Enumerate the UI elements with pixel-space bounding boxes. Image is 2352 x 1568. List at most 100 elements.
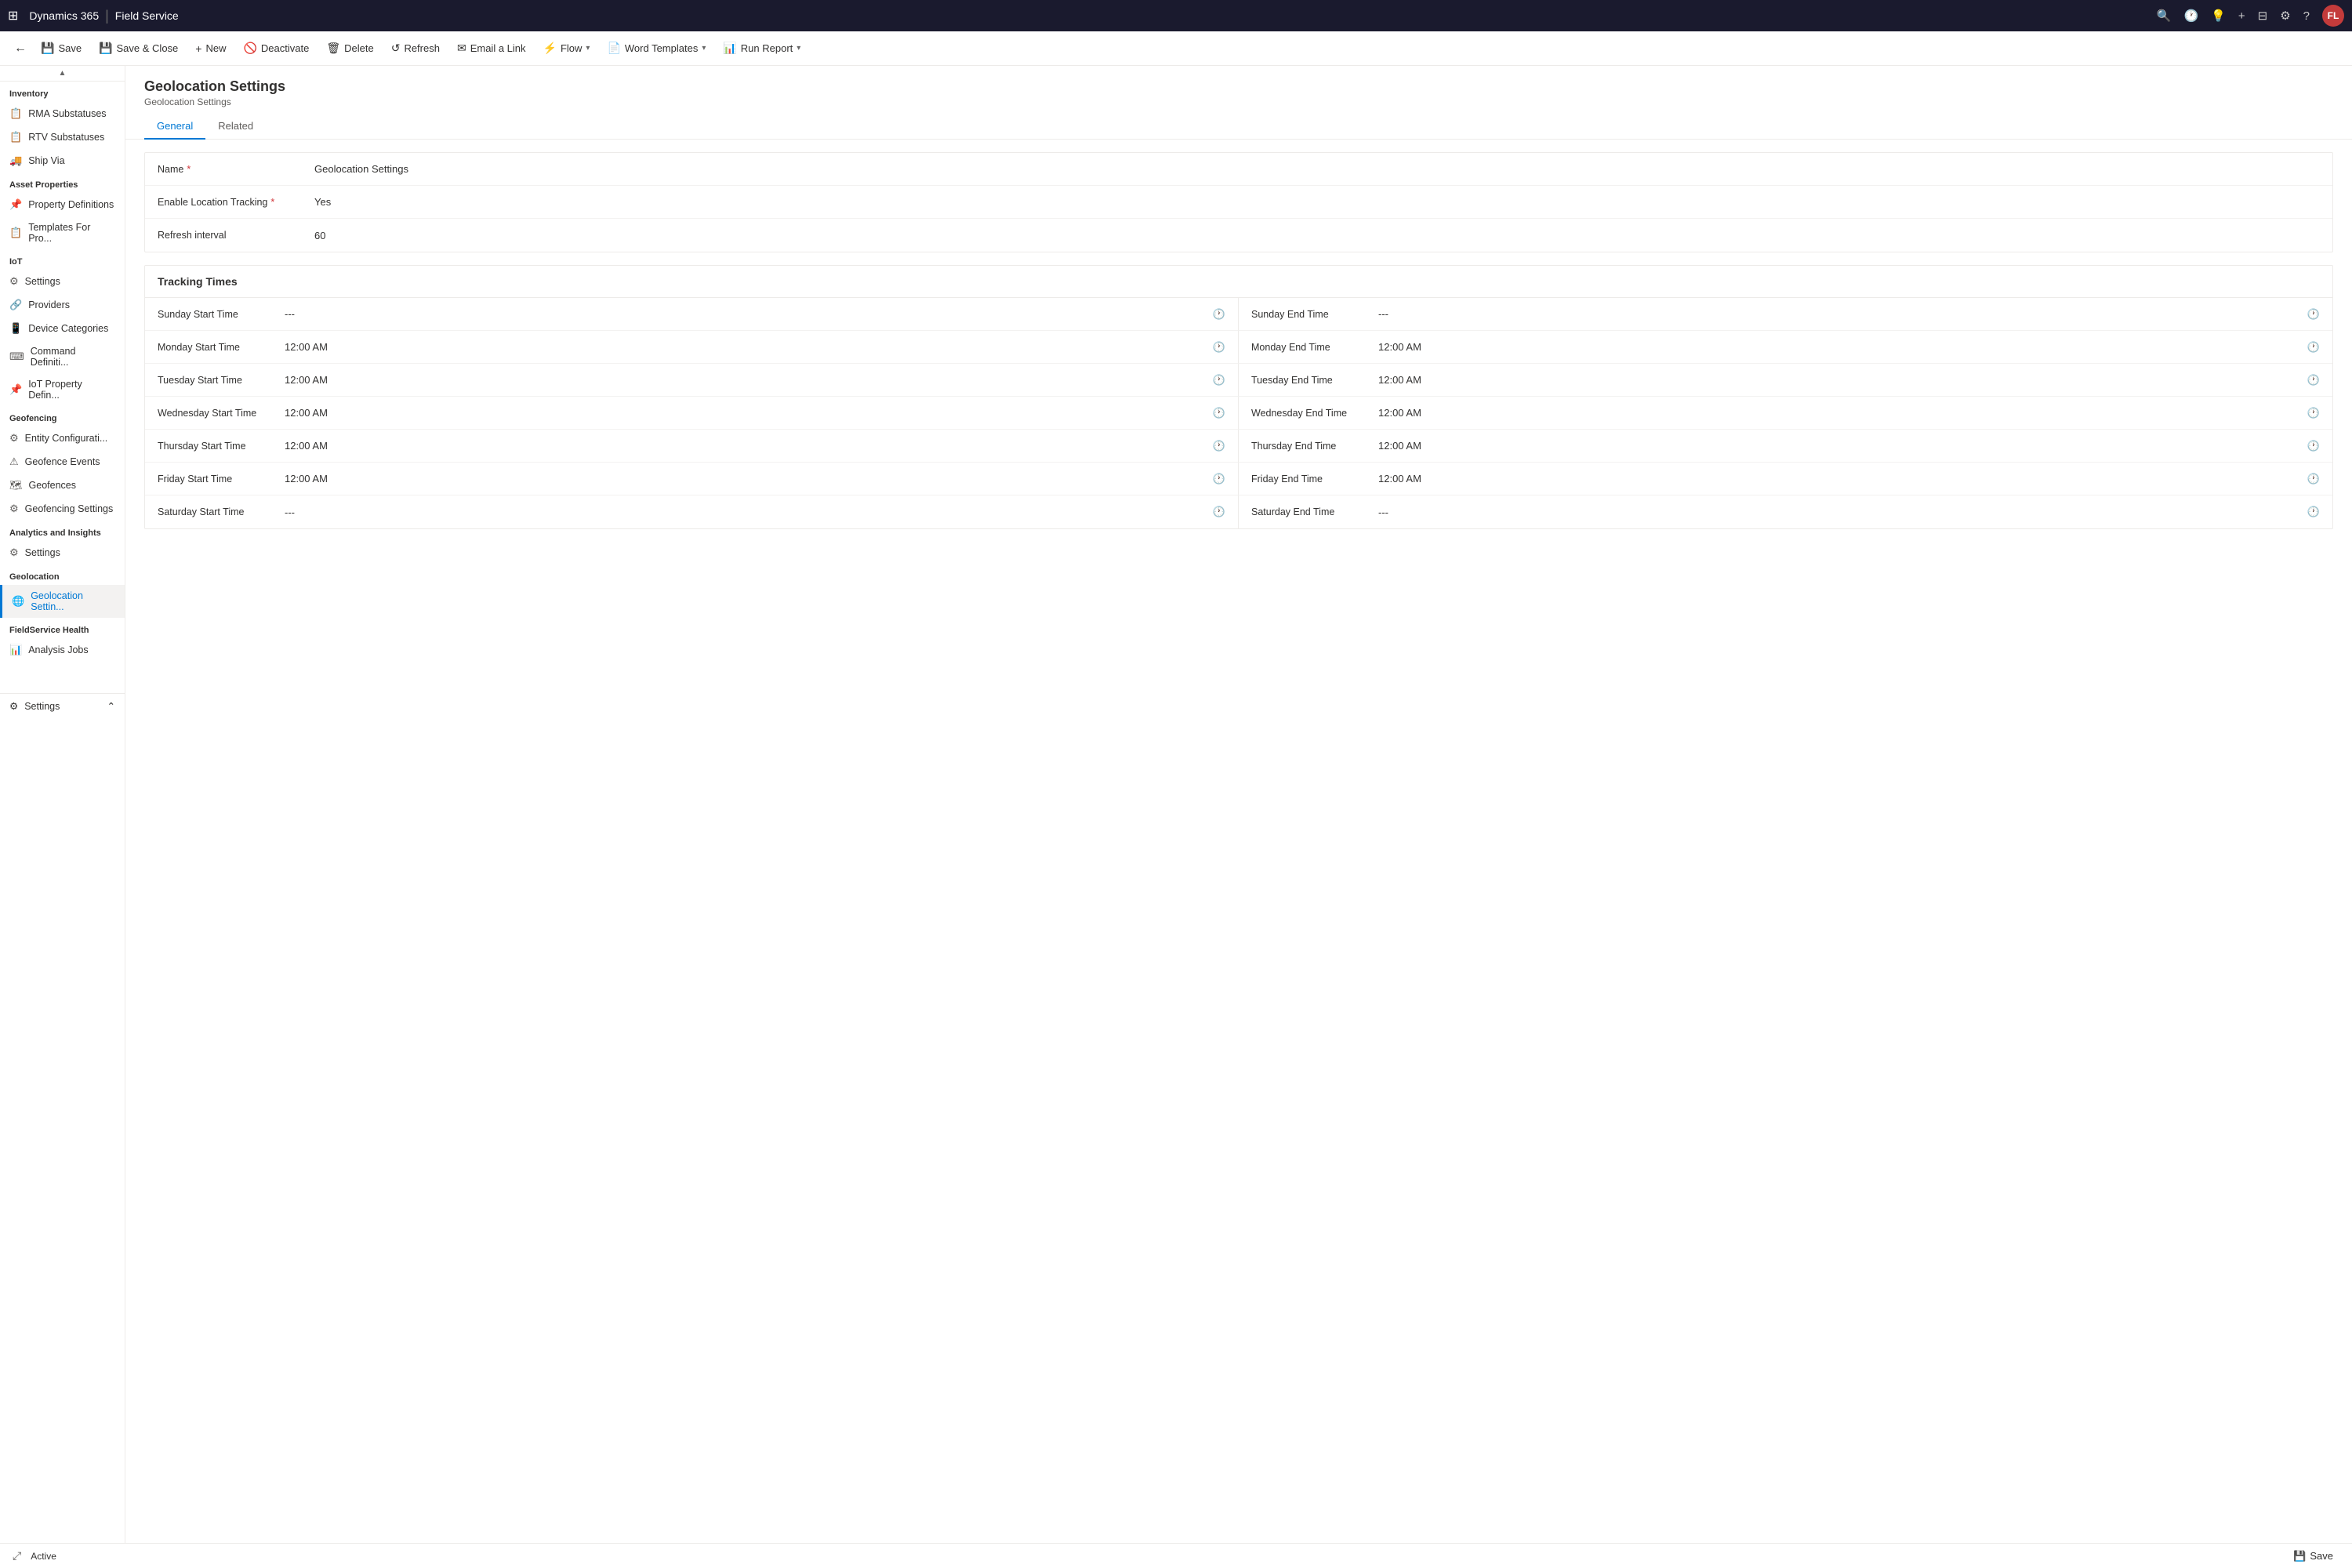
start-clock-5[interactable]: 🕐 [1213, 473, 1225, 485]
geofencing-settings-icon: ⚙ [9, 503, 19, 515]
sidebar-item-providers[interactable]: 🔗 Providers [0, 293, 125, 317]
expand-icon[interactable]: ⤢ [13, 1549, 21, 1563]
start-value-2[interactable]: 12:00 AM [285, 374, 1203, 386]
sidebar-item-iot-property-defin[interactable]: 📌 IoT Property Defin... [0, 373, 125, 406]
save-close-button[interactable]: 💾 Save & Close [91, 37, 186, 60]
word-templates-button[interactable]: 📄 Word Templates ▾ [599, 37, 713, 60]
end-value-0[interactable]: --- [1378, 308, 2298, 320]
sidebar-item-entity-configurati[interactable]: ⚙ Entity Configurati... [0, 426, 125, 450]
start-clock-1[interactable]: 🕐 [1213, 341, 1225, 354]
save-button[interactable]: 💾 Save [33, 37, 89, 60]
iot-prop-icon: 📌 [9, 383, 22, 396]
end-clock-5[interactable]: 🕐 [2307, 473, 2320, 485]
lightbulb-icon[interactable]: 💡 [2211, 9, 2226, 23]
settings-nav-label: Settings [24, 701, 60, 712]
sidebar-item-property-definitions[interactable]: 📌 Property Definitions [0, 193, 125, 216]
status-save-button[interactable]: 💾 Save [2287, 1547, 2339, 1566]
end-clock-0[interactable]: 🕐 [2307, 308, 2320, 321]
end-value-5[interactable]: 12:00 AM [1378, 473, 2298, 485]
start-clock-0[interactable]: 🕐 [1213, 308, 1225, 321]
end-value-6[interactable]: --- [1378, 506, 2298, 518]
sidebar-item-iot-settings[interactable]: ⚙ Settings [0, 270, 125, 293]
deactivate-button[interactable]: 🚫 Deactivate [235, 37, 317, 60]
refresh-button[interactable]: ↺ Refresh [383, 37, 448, 60]
form-value-enable-location[interactable]: Yes [314, 196, 2320, 208]
end-label-1: Monday End Time [1251, 342, 1369, 353]
start-label-3: Wednesday Start Time [158, 408, 275, 419]
email-icon: ✉ [457, 42, 466, 55]
sidebar-item-rtv-substatuses[interactable]: 📋 RTV Substatuses [0, 125, 125, 149]
flow-button[interactable]: ⚡ Flow ▾ [535, 37, 598, 60]
tab-general[interactable]: General [144, 114, 205, 140]
start-clock-2[interactable]: 🕐 [1213, 374, 1225, 387]
filter-icon[interactable]: ⊟ [2258, 9, 2268, 23]
delete-button[interactable]: 🗑 Delete [318, 37, 381, 60]
start-value-5[interactable]: 12:00 AM [285, 473, 1203, 485]
settings-icon[interactable]: ⚙ [2280, 9, 2290, 23]
form-value-name[interactable]: Geolocation Settings [314, 163, 2320, 175]
start-value-6[interactable]: --- [285, 506, 1203, 518]
tracking-times-section: Tracking Times Sunday Start Time --- 🕐 M… [144, 265, 2333, 529]
status-save-label: Save [2310, 1550, 2333, 1562]
sidebar: ▲ Inventory 📋 RMA Substatuses 📋 RTV Subs… [0, 66, 125, 1543]
end-value-3[interactable]: 12:00 AM [1378, 407, 2298, 419]
start-value-3[interactable]: 12:00 AM [285, 407, 1203, 419]
sidebar-item-analysis-jobs[interactable]: 📊 Analysis Jobs [0, 638, 125, 662]
geolocation-icon: 🌐 [12, 595, 24, 608]
start-clock-6[interactable]: 🕐 [1213, 506, 1225, 518]
end-clock-2[interactable]: 🕐 [2307, 374, 2320, 387]
user-avatar[interactable]: FL [2322, 5, 2344, 27]
page-subtitle: Geolocation Settings [144, 96, 2333, 107]
settings-nav-item[interactable]: ⚙ Settings ⌃ [0, 694, 125, 718]
end-clock-1[interactable]: 🕐 [2307, 341, 2320, 354]
sidebar-item-geofences[interactable]: 🗺 Geofences [0, 474, 125, 497]
sidebar-item-device-categories[interactable]: 📱 Device Categories [0, 317, 125, 340]
end-label-5: Friday End Time [1251, 474, 1369, 485]
back-button[interactable]: ← [9, 37, 31, 60]
grid-icon[interactable]: ⊞ [8, 8, 18, 24]
help-icon[interactable]: ? [2303, 9, 2310, 23]
sidebar-item-ship-via[interactable]: 🚚 Ship Via [0, 149, 125, 172]
clock-icon[interactable]: 🕐 [2183, 9, 2198, 23]
start-clock-3[interactable]: 🕐 [1213, 407, 1225, 419]
add-icon[interactable]: + [2238, 9, 2245, 23]
tab-related[interactable]: Related [205, 114, 266, 140]
end-label-2: Tuesday End Time [1251, 375, 1369, 386]
end-value-1[interactable]: 12:00 AM [1378, 341, 2298, 353]
flow-dropdown-arrow: ▾ [586, 44, 590, 53]
geofences-label: Geofences [29, 480, 76, 491]
topbar: ⊞ Dynamics 365 | Field Service 🔍 🕐 💡 + ⊟… [0, 0, 2352, 31]
sidebar-item-analytics-settings[interactable]: ⚙ Settings [0, 541, 125, 564]
brand-name[interactable]: Dynamics 365 [29, 9, 99, 22]
deactivate-icon: 🚫 [243, 42, 256, 55]
email-link-label: Email a Link [470, 42, 526, 54]
sidebar-scroll-up[interactable]: ▲ [0, 66, 125, 82]
new-button[interactable]: + New [187, 38, 234, 60]
start-value-4[interactable]: 12:00 AM [285, 440, 1203, 452]
start-value-0[interactable]: --- [285, 308, 1203, 320]
end-value-4[interactable]: 12:00 AM [1378, 440, 2298, 452]
settings-nav-icon: ⚙ [9, 700, 18, 712]
form-value-refresh-interval[interactable]: 60 [314, 230, 2320, 241]
form-row-enable-location: Enable Location Tracking * Yes [145, 186, 2332, 219]
end-clock-6[interactable]: 🕐 [2307, 506, 2320, 518]
start-clock-4[interactable]: 🕐 [1213, 440, 1225, 452]
end-clock-3[interactable]: 🕐 [2307, 407, 2320, 419]
end-label-4: Thursday End Time [1251, 441, 1369, 452]
geofence-events-label: Geofence Events [25, 456, 100, 467]
email-link-button[interactable]: ✉ Email a Link [449, 37, 534, 60]
sidebar-item-templates-for-pro[interactable]: 📋 Templates For Pro... [0, 216, 125, 249]
run-report-button[interactable]: 📊 Run Report ▾ [715, 37, 808, 60]
tracking-end-row-1: Monday End Time 12:00 AM 🕐 [1239, 331, 2332, 364]
end-clock-4[interactable]: 🕐 [2307, 440, 2320, 452]
start-value-1[interactable]: 12:00 AM [285, 341, 1203, 353]
deactivate-label: Deactivate [261, 42, 309, 54]
sidebar-item-command-defini[interactable]: ⌨ Command Definiti... [0, 340, 125, 373]
sidebar-item-geofence-events[interactable]: ⚠ Geofence Events [0, 450, 125, 474]
sidebar-item-geolocation-settings[interactable]: 🌐 Geolocation Settin... [0, 585, 125, 618]
sidebar-item-rma-substatuses[interactable]: 📋 RMA Substatuses [0, 102, 125, 125]
sidebar-item-geofencing-settings[interactable]: ⚙ Geofencing Settings [0, 497, 125, 521]
end-value-2[interactable]: 12:00 AM [1378, 374, 2298, 386]
search-icon[interactable]: 🔍 [2157, 9, 2172, 23]
save-close-icon: 💾 [99, 42, 112, 55]
